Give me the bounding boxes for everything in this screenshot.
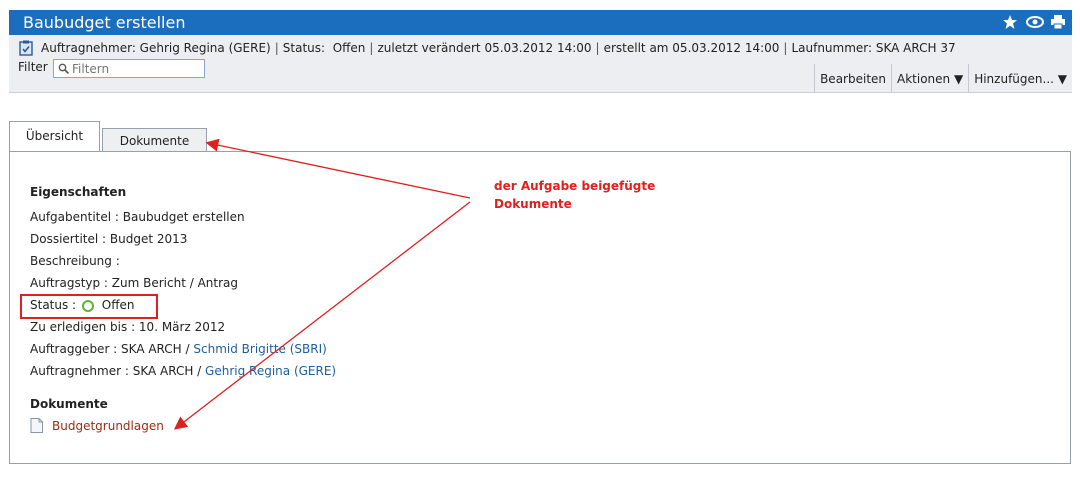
annotation-arrows	[173, 138, 471, 430]
arrow-to-documents-tab	[205, 138, 471, 199]
arrow-to-document-link	[173, 201, 471, 430]
